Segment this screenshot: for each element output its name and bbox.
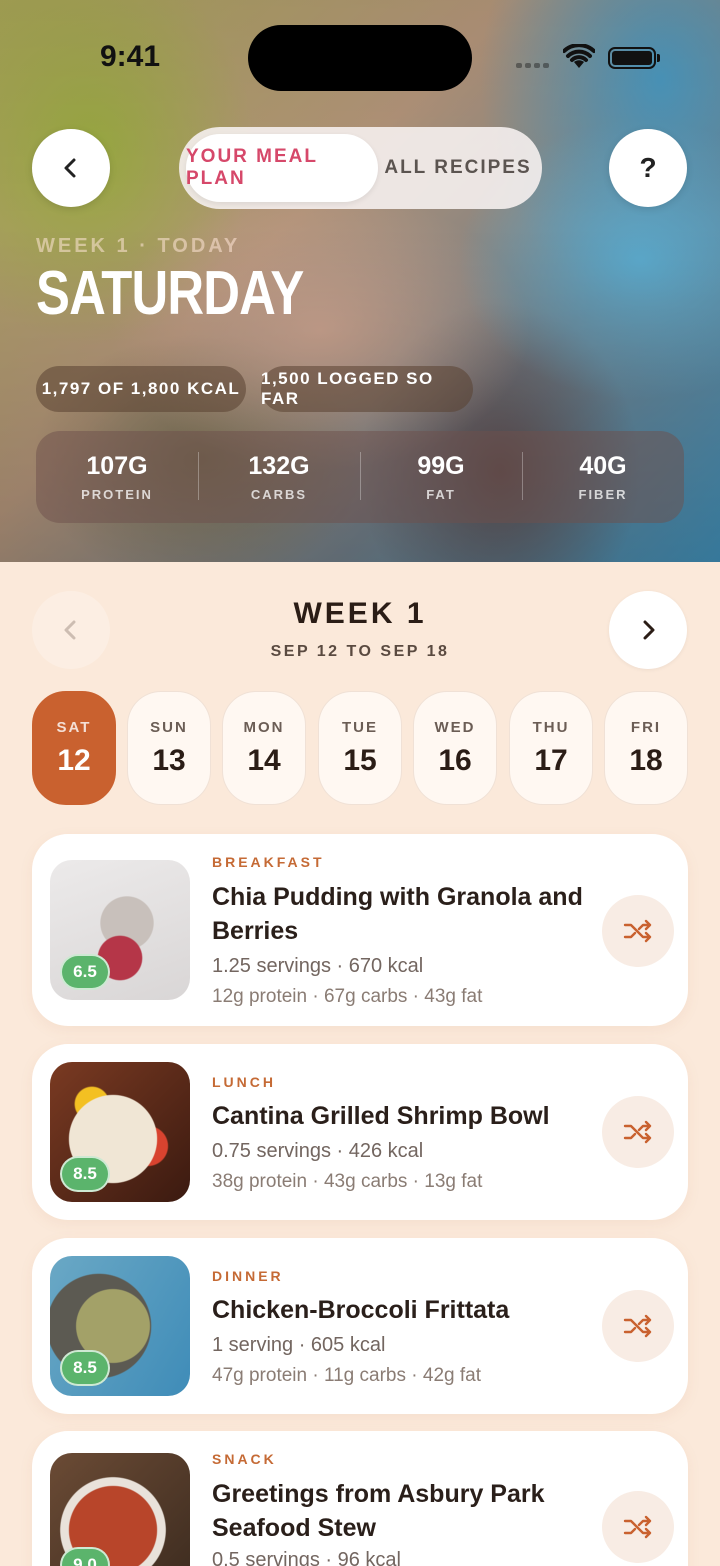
kcal-pill: 1,797 OF 1,800 KCAL	[36, 366, 246, 412]
day-number: 18	[629, 743, 663, 777]
shuffle-icon	[623, 1515, 652, 1539]
meal-card-snack[interactable]: 9.0 SNACK Greetings from Asbury Park Sea…	[32, 1431, 688, 1566]
meal-image: 9.0	[50, 1453, 190, 1566]
meal-image: 8.5	[50, 1256, 190, 1396]
macro-value: 132G	[248, 452, 310, 480]
day-name: SUN	[150, 718, 188, 736]
meal-name: Chicken-Broccoli Frittata	[212, 1296, 510, 1324]
signal-icon	[516, 63, 549, 68]
day-name: SAT	[56, 718, 92, 736]
macro-protein: 107G PROTEIN	[36, 452, 198, 502]
meal-type: DINNER	[212, 1268, 284, 1284]
day-fri[interactable]: FRI 18	[604, 691, 688, 805]
meal-card-dinner[interactable]: 8.5 DINNER Chicken-Broccoli Frittata 1 s…	[32, 1238, 688, 1414]
next-week-button[interactable]	[609, 591, 687, 669]
status-time: 9:41	[100, 40, 161, 73]
shuffle-button[interactable]	[602, 1491, 674, 1563]
day-name: TUE	[342, 718, 378, 736]
meal-name: Cantina Grilled Shrimp Bowl	[212, 1102, 550, 1130]
chevron-right-icon	[643, 620, 655, 640]
tab-all-recipes[interactable]: ALL RECIPES	[381, 134, 535, 202]
day-tue[interactable]: TUE 15	[318, 691, 402, 805]
shuffle-icon	[623, 919, 652, 943]
day-number: 13	[152, 743, 186, 777]
day-number: 12	[57, 743, 91, 777]
meal-name: Greetings from Asbury Park Seafood Stew	[212, 1480, 545, 1542]
day-number: 14	[247, 743, 281, 777]
meal-servings: 1.25 servings · 670 kcal	[212, 955, 424, 977]
score-badge: 6.5	[60, 954, 110, 990]
meal-macros: 12g protein · 67g carbs · 43g fat	[212, 986, 483, 1007]
meal-macros: 38g protein · 43g carbs · 13g fat	[212, 1171, 483, 1192]
meal-name: Chia Pudding with Granola and Berries	[212, 883, 583, 945]
day-number: 17	[534, 743, 568, 777]
macro-value: 107G	[86, 452, 148, 480]
day-thu[interactable]: THU 17	[509, 691, 593, 805]
status-bar: 9:41	[0, 0, 720, 110]
day-sun[interactable]: SUN 13	[127, 691, 211, 805]
macro-value: 40G	[579, 452, 627, 480]
meal-card-breakfast[interactable]: 6.5 BREAKFAST Chia Pudding with Granola …	[32, 834, 688, 1026]
day-mon[interactable]: MON 14	[222, 691, 306, 805]
shuffle-icon	[623, 1120, 652, 1144]
macro-value: 99G	[417, 452, 465, 480]
meal-type: LUNCH	[212, 1074, 276, 1090]
chevron-left-icon	[64, 158, 76, 178]
meal-type: SNACK	[212, 1451, 277, 1467]
score-badge: 8.5	[60, 1156, 110, 1192]
meal-macros: 47g protein · 11g carbs · 42g fat	[212, 1365, 481, 1386]
meal-image: 6.5	[50, 860, 190, 1000]
day-selector: SAT 12 SUN 13 MON 14 TUE 15 WED 16 THU 1…	[32, 691, 688, 805]
meal-card-lunch[interactable]: 8.5 LUNCH Cantina Grilled Shrimp Bowl 0.…	[32, 1044, 688, 1220]
macro-fiber: 40G FIBER	[522, 452, 684, 502]
dynamic-island	[248, 25, 472, 91]
day-name: WED	[434, 718, 476, 736]
score-badge: 8.5	[60, 1350, 110, 1386]
day-name: MON	[243, 718, 285, 736]
shuffle-button[interactable]	[602, 1096, 674, 1168]
day-wed[interactable]: WED 16	[413, 691, 497, 805]
day-name: THU	[532, 718, 570, 736]
meal-image: 8.5	[50, 1062, 190, 1202]
day-sat[interactable]: SAT 12	[32, 691, 116, 805]
shuffle-button[interactable]	[602, 895, 674, 967]
tab-your-meal-plan[interactable]: YOUR MEAL PLAN	[186, 134, 378, 202]
macro-label: FIBER	[578, 487, 628, 502]
day-number: 15	[343, 743, 377, 777]
macro-fat: 99G FAT	[360, 452, 522, 502]
meal-type: BREAKFAST	[212, 854, 325, 870]
score-badge: 9.0	[60, 1547, 110, 1566]
meal-servings: 0.75 servings · 426 kcal	[212, 1140, 424, 1162]
meal-servings: 1 serving · 605 kcal	[212, 1334, 386, 1356]
back-button[interactable]	[32, 129, 110, 207]
logged-pill: 1,500 LOGGED SO FAR	[261, 366, 473, 412]
day-name: FRI	[630, 718, 662, 736]
macro-label: FAT	[426, 487, 456, 502]
macro-label: PROTEIN	[81, 487, 153, 502]
day-title: SATURDAY	[36, 259, 304, 328]
shuffle-button[interactable]	[602, 1290, 674, 1362]
help-button[interactable]: ?	[609, 129, 687, 207]
battery-icon	[608, 47, 660, 69]
help-icon: ?	[639, 152, 657, 183]
macro-summary: 107G PROTEIN 132G CARBS 99G FAT 40G FIBE…	[36, 431, 684, 523]
wifi-icon	[563, 44, 595, 68]
plan-segmented-control: YOUR MEAL PLAN ALL RECIPES	[179, 127, 542, 209]
macro-carbs: 132G CARBS	[198, 452, 360, 502]
day-number: 16	[438, 743, 472, 777]
macro-label: CARBS	[250, 487, 308, 502]
week-today-label: WEEK 1 · TODAY	[36, 235, 241, 257]
meal-servings: 0.5 servings · 96 kcal	[212, 1549, 401, 1566]
shuffle-icon	[623, 1314, 652, 1338]
